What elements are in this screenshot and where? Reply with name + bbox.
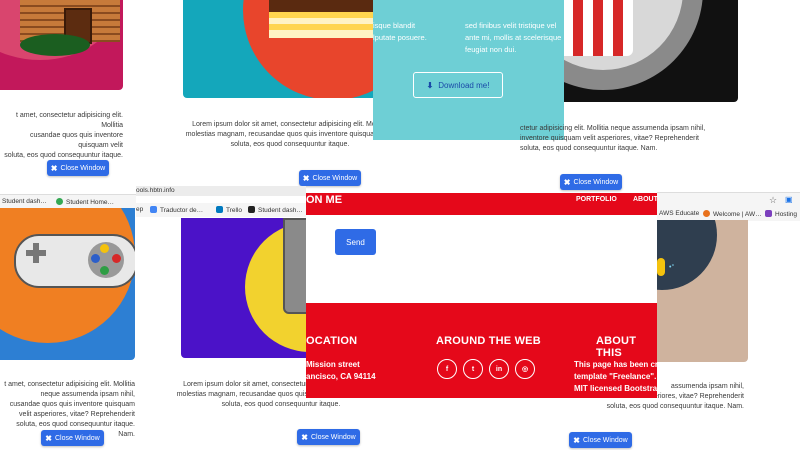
bookmark-item[interactable]: Student dash… <box>248 206 303 214</box>
bookmark-item[interactable]: Hosting <box>765 210 797 218</box>
modal-text-right: sed finibus velit tristique vel ante mi, … <box>465 21 562 54</box>
dribbble-icon[interactable]: ◎ <box>515 359 535 379</box>
send-button[interactable]: Send <box>335 229 376 255</box>
purple-device <box>283 218 306 314</box>
footer: OCATION Mission street ancisco, CA 94114 … <box>306 303 662 398</box>
close-window-label: Close Window <box>582 436 628 444</box>
bookmark-favicon <box>703 210 710 217</box>
footer-web-heading: AROUND THE WEB <box>436 335 541 347</box>
modal-text-left: isque blandit lputate posuere. <box>373 21 427 42</box>
bookmark-favicon <box>765 210 772 217</box>
download-button[interactable]: ⬇ Download me! <box>413 72 503 98</box>
card-image-controller <box>0 208 135 360</box>
controller-btn-green <box>100 266 109 275</box>
close-window-button[interactable]: ✖ Close Window <box>560 174 622 190</box>
bookmark-bar-mid: ep Traductor de… Trello Student dash… <box>136 203 306 217</box>
card-image-cake <box>183 0 383 98</box>
close-window-button[interactable]: ✖ Close Window <box>47 160 109 176</box>
download-label: Download me! <box>438 80 490 90</box>
close-window-button[interactable]: ✖ Close Window <box>297 429 360 445</box>
nav-link-portfolio[interactable]: PORTFOLIO <box>576 196 617 203</box>
trello-icon <box>216 206 223 213</box>
close-window-label: Close Window <box>573 178 619 186</box>
card-text-top-left: t amet, consectetur adipisicing elit. Mo… <box>4 112 123 159</box>
circus-tent <box>553 0 633 56</box>
facebook-icon[interactable]: f <box>437 359 457 379</box>
dpad-icon-vertical <box>33 243 39 263</box>
card-text-top-right: ctetur adipisicing elit. Mollitia neque … <box>520 125 706 152</box>
bookmark-bar-right: ☆ ▣ AWS Educate Welcome | AW… Hosting <box>657 192 800 221</box>
bookmark-item[interactable]: Student Home… <box>56 198 114 206</box>
card-image-tan: •° <box>657 220 748 362</box>
star-icon[interactable]: ☆ <box>769 195 777 206</box>
close-window-label: Close Window <box>310 433 356 441</box>
send-label: Send <box>346 237 365 247</box>
close-icon: ✖ <box>563 177 571 187</box>
close-icon: ✖ <box>302 173 310 183</box>
close-icon: ✖ <box>573 435 580 445</box>
tan-dots: •° <box>669 264 675 271</box>
close-window-button[interactable]: ✖ Close Window <box>41 430 104 446</box>
footer-about-text: This page has been cre template "Freelanc… <box>574 360 663 393</box>
controller-btn-yellow <box>100 244 109 253</box>
nav-link-about[interactable]: ABOUT <box>633 196 658 203</box>
close-window-label: Close Window <box>60 164 106 172</box>
card-image-cabin <box>0 0 123 90</box>
footer-location-text: Mission street ancisco, CA 94114 <box>306 360 376 381</box>
close-icon: ✖ <box>50 163 58 173</box>
close-window-label: Close Window <box>312 174 358 182</box>
tan-circle <box>657 220 717 290</box>
twitter-icon[interactable]: t <box>463 359 483 379</box>
controller-btn-red <box>112 254 121 263</box>
close-window-button[interactable]: ✖ Close Window <box>569 432 632 448</box>
controller-btn-blue <box>91 254 100 263</box>
footer-location-heading: OCATION <box>306 335 358 347</box>
navbar-brand[interactable]: ON ME <box>306 194 342 206</box>
card-image-purple <box>181 218 306 358</box>
cake-layers <box>269 0 383 38</box>
browser-address-bar: ools.hbtn.info <box>136 186 306 196</box>
contact-section: Send <box>306 215 657 303</box>
bookmark-item[interactable]: Welcome | AW… <box>703 210 762 218</box>
download-icon: ⬇ <box>426 80 434 90</box>
bookmark-item[interactable]: Student dash… <box>2 198 47 205</box>
bookmark-item[interactable]: Trello <box>216 206 242 214</box>
translate-icon <box>150 206 157 213</box>
bookmark-item[interactable]: Traductor de… <box>150 206 203 214</box>
address-url[interactable]: ools.hbtn.info <box>136 187 175 194</box>
linkedin-icon[interactable]: in <box>489 359 509 379</box>
download-modal: isque blandit lputate posuere. sed finibu… <box>373 0 564 140</box>
bookmark-bar-left: Student dash… Student Home… <box>0 194 136 209</box>
close-icon: ✖ <box>301 432 308 442</box>
tan-emblem-icon <box>657 258 665 276</box>
navbar: ON ME PORTFOLIO ABOUT <box>306 193 658 215</box>
bookmark-favicon <box>56 198 63 205</box>
bookmark-favicon <box>248 206 255 213</box>
bookmark-apps[interactable]: ep <box>136 206 143 213</box>
close-icon: ✖ <box>45 433 52 443</box>
bookmark-item[interactable]: AWS Educate <box>659 210 699 217</box>
extension-icon[interactable]: ▣ <box>785 195 793 204</box>
cabin-bush <box>20 34 90 56</box>
footer-about-heading: ABOUT THIS <box>596 335 637 359</box>
close-window-label: Close Window <box>54 434 100 442</box>
close-window-button[interactable]: ✖ Close Window <box>299 170 361 186</box>
